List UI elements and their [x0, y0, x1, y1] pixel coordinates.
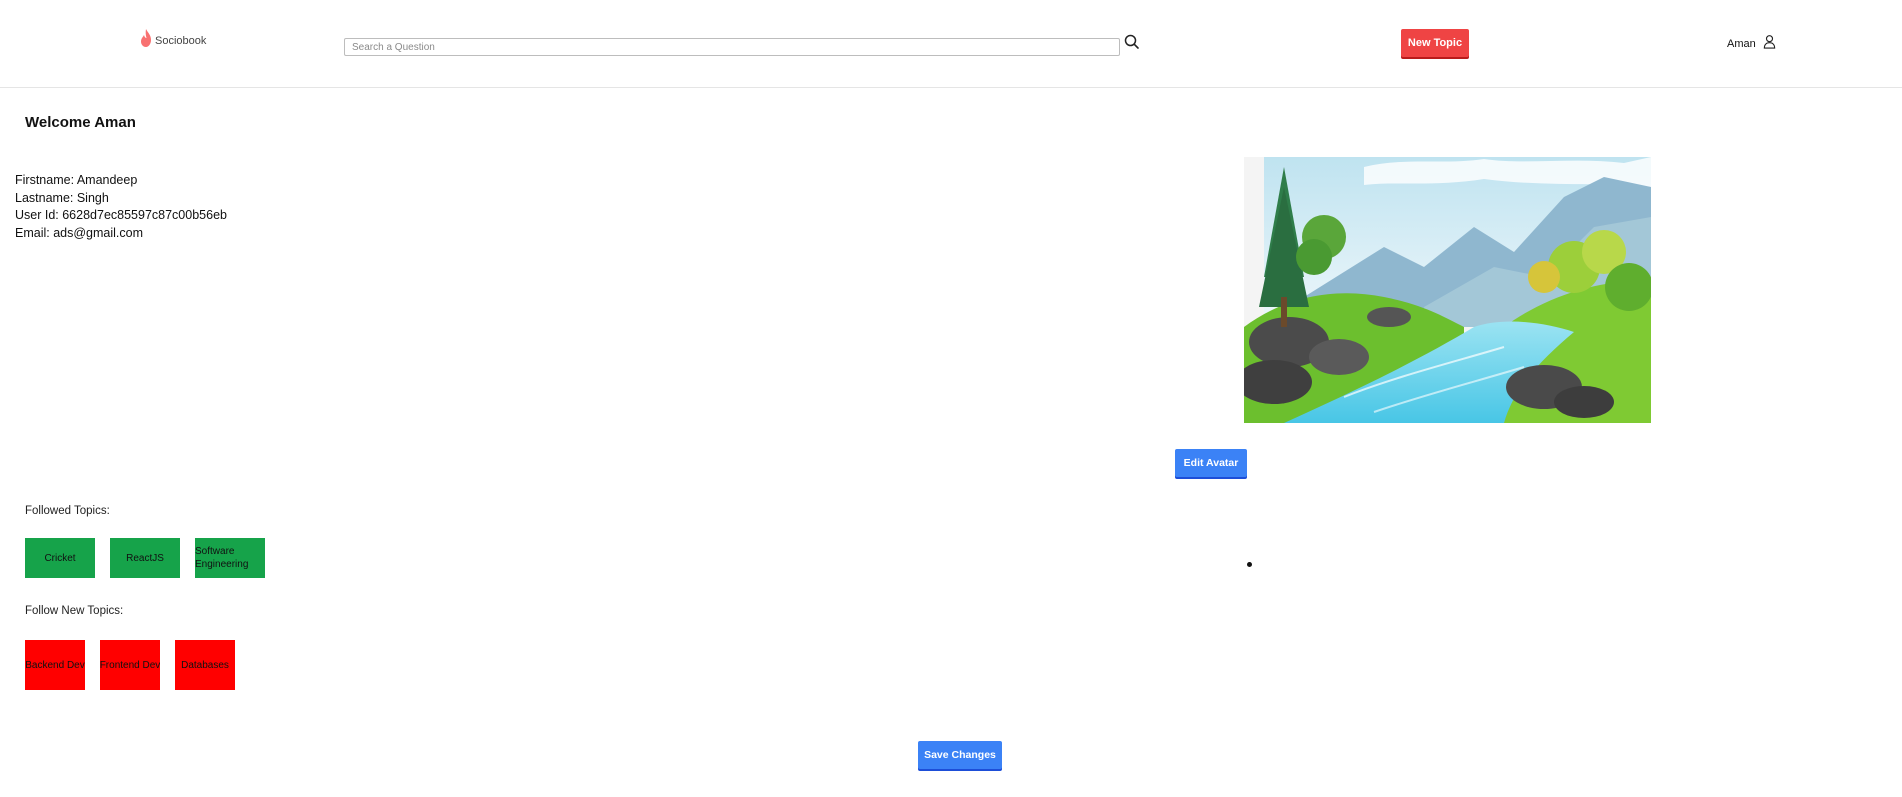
- new-topic-button[interactable]: New Topic: [1401, 29, 1469, 57]
- logo-text: Sociobook: [155, 34, 207, 47]
- new-topics-list: Backend Dev Frontend Dev Databases: [25, 640, 235, 690]
- page-title: Welcome Aman: [25, 114, 136, 131]
- new-topic-chip[interactable]: Databases: [175, 640, 235, 690]
- firstname-text: Firstname: Amandeep: [15, 173, 138, 187]
- user-info: Firstname: Amandeep Lastname: Singh User…: [15, 172, 227, 242]
- flame-icon: [139, 28, 153, 53]
- new-topic-chip[interactable]: Backend Dev: [25, 640, 85, 690]
- top-navbar: Sociobook New Topic Aman: [0, 0, 1902, 88]
- followed-topic-chip[interactable]: Software Engineering: [195, 538, 265, 578]
- followed-topic-chip[interactable]: Cricket: [25, 538, 95, 578]
- user-name: Aman: [1727, 38, 1756, 50]
- email-text: Email: ads@gmail.com: [15, 225, 144, 240]
- search-input[interactable]: [344, 38, 1120, 56]
- user-menu[interactable]: Aman: [1727, 34, 1777, 54]
- save-changes-button[interactable]: Save Changes: [918, 741, 1002, 769]
- avatar-image: [1244, 157, 1651, 423]
- followed-topic-chip[interactable]: ReactJS: [110, 538, 180, 578]
- search-icon[interactable]: [1123, 33, 1141, 51]
- user-icon: [1762, 34, 1777, 54]
- followed-topics-label: Followed Topics:: [25, 505, 110, 517]
- logo[interactable]: Sociobook: [139, 28, 206, 53]
- follow-new-topics-label: Follow New Topics:: [25, 605, 124, 617]
- edit-avatar-button[interactable]: Edit Avatar: [1175, 449, 1247, 477]
- user-id-text: User Id: 6628d7ec85597c87c00b56eb: [15, 208, 227, 222]
- bullet-dot: [1247, 562, 1252, 567]
- new-topic-chip[interactable]: Frontend Dev: [100, 640, 160, 690]
- followed-topics-list: Cricket ReactJS Software Engineering: [25, 538, 265, 578]
- lastname-text: Lastname: Singh: [15, 190, 109, 205]
